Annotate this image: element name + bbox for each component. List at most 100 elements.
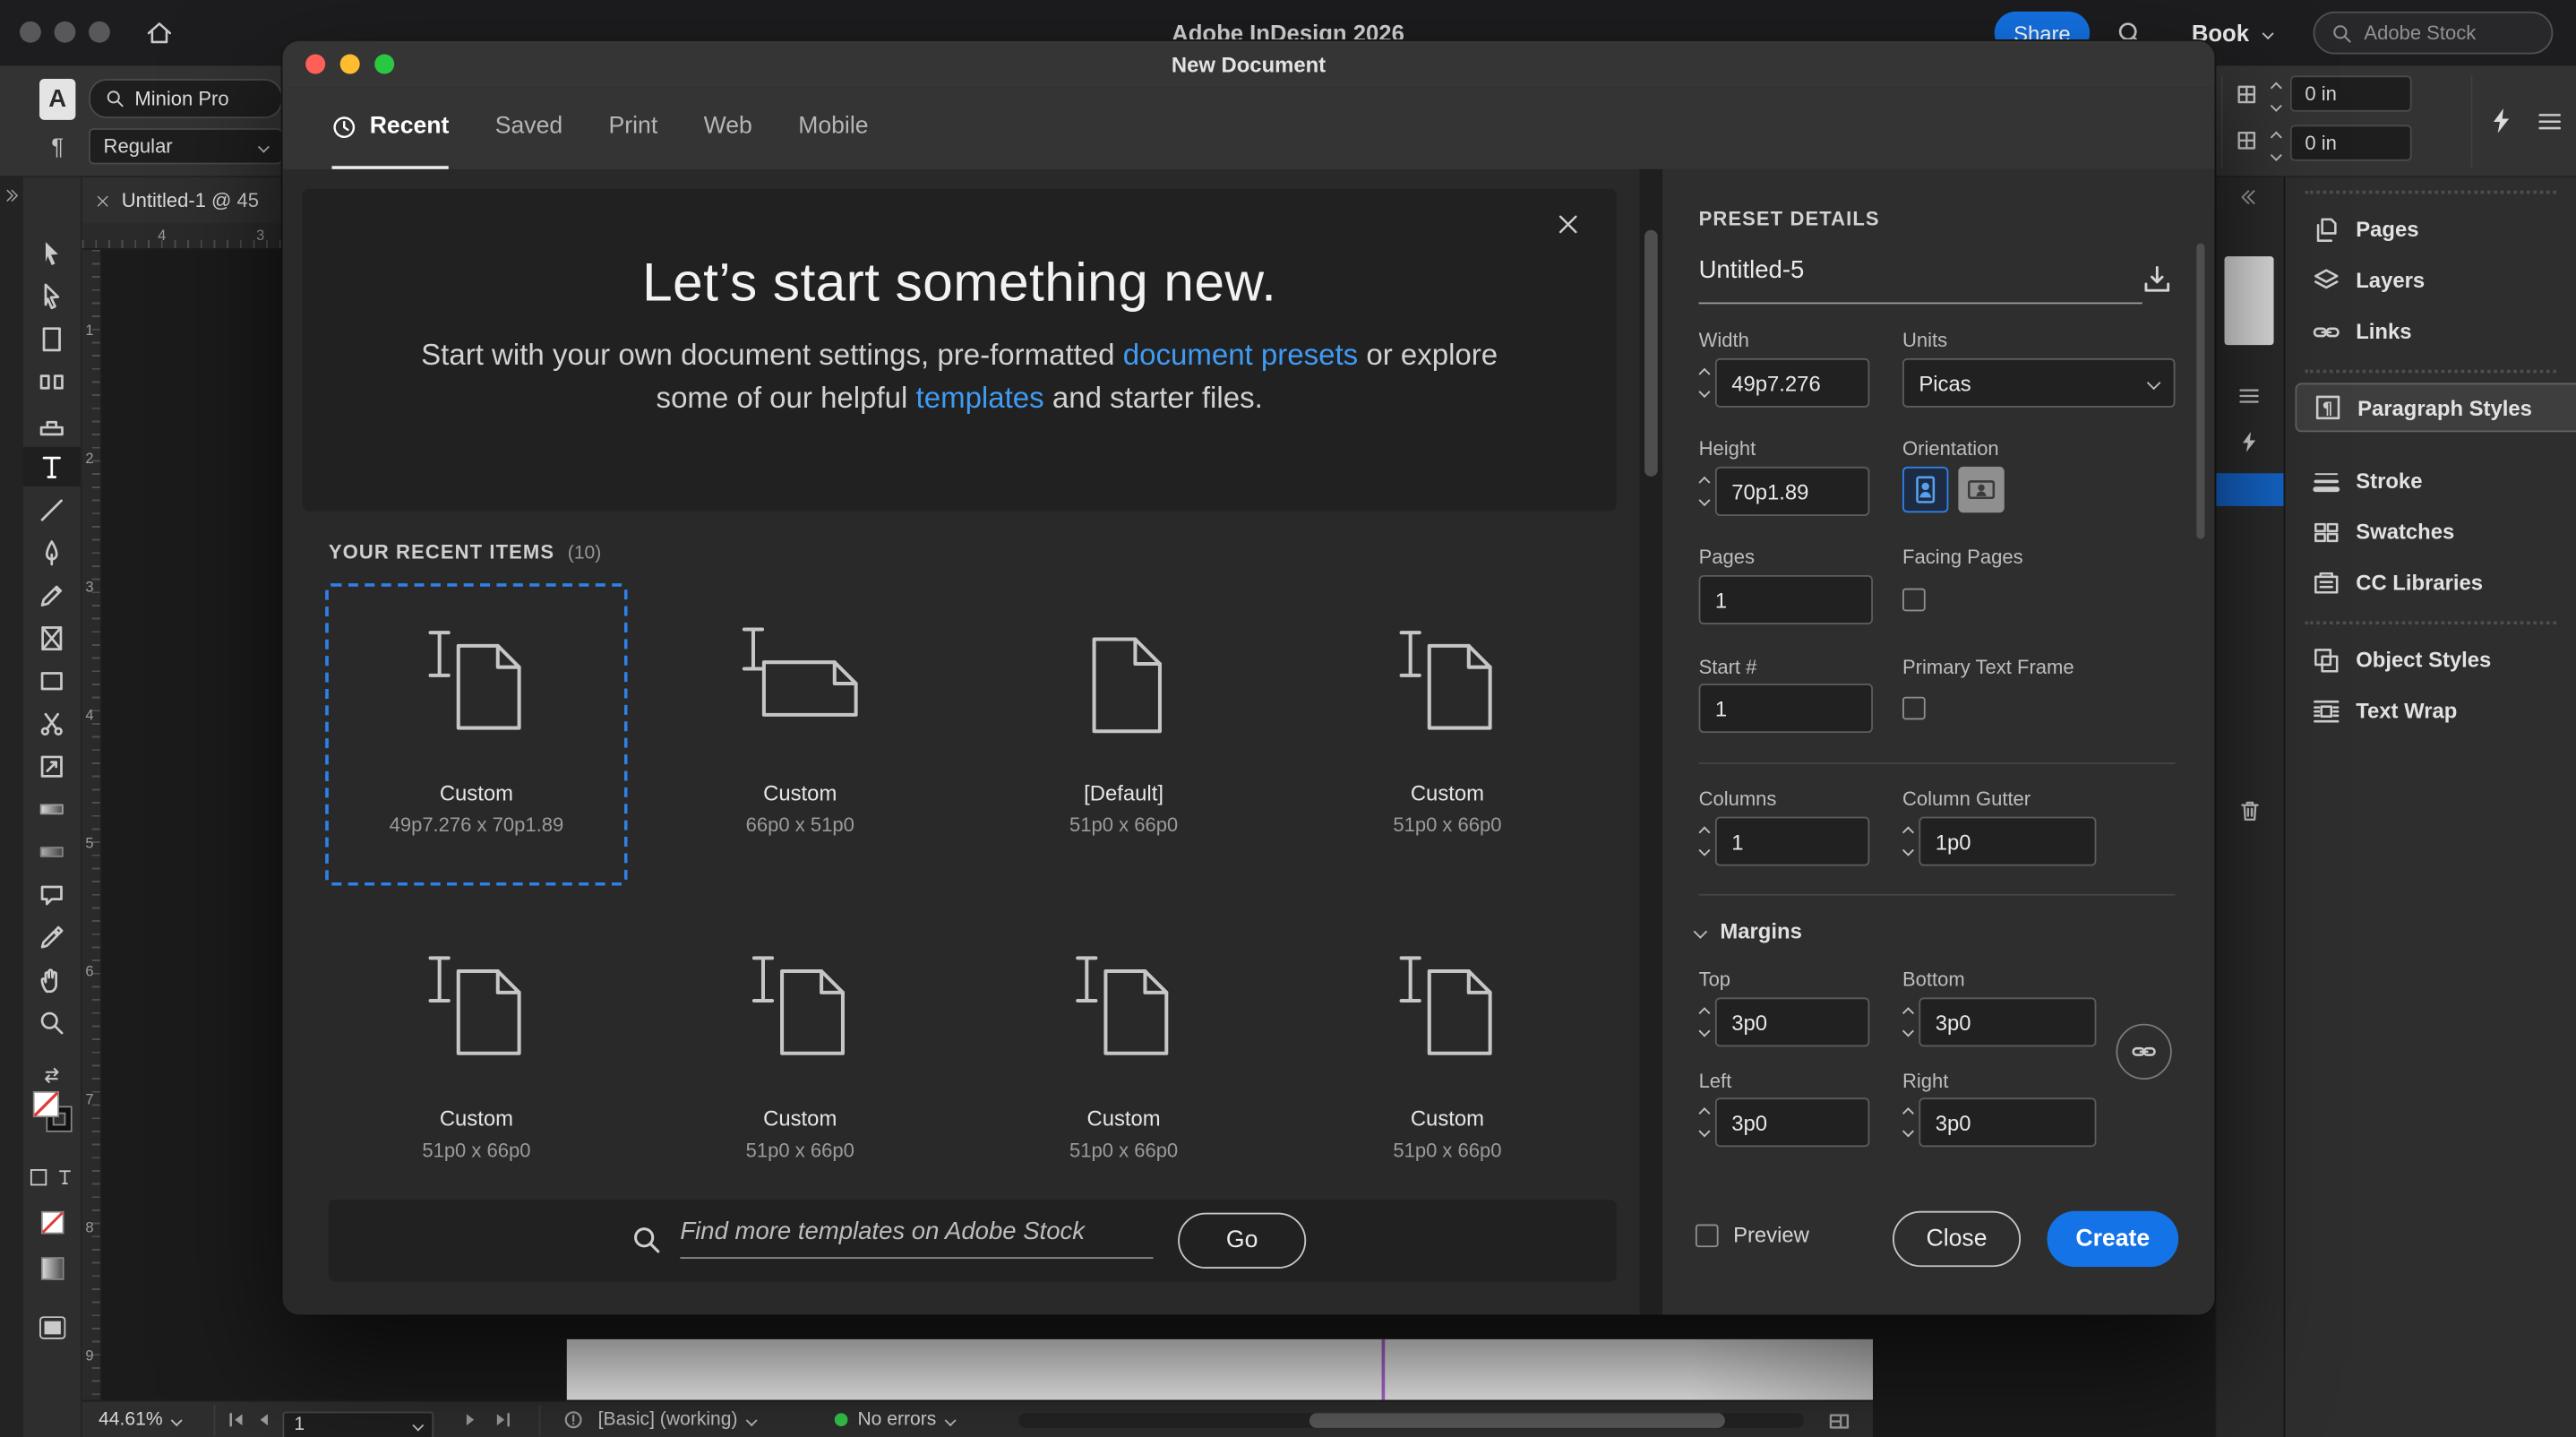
recent-item-card[interactable]: Custom 66p0 x 51p0 [649,583,951,885]
scissors-tool[interactable] [23,703,81,743]
panel-tab-object-styles[interactable]: Object Styles [2285,634,2576,685]
recent-item-card[interactable]: Custom 51p0 x 66p0 [325,908,627,1210]
go-button[interactable]: Go [1178,1213,1306,1269]
apply-none-button[interactable] [23,1203,81,1243]
recent-item-card[interactable]: Custom 49p7.276 x 70p1.89 [325,583,627,885]
gap-tool[interactable] [23,362,81,401]
tab-saved[interactable]: Saved [495,87,562,169]
dock-drag-handle[interactable] [2305,191,2556,194]
panel-tab-cc-libraries[interactable]: CC Libraries [2285,557,2576,608]
page-number-dropdown[interactable]: 1 [282,1407,434,1437]
collapse-dock-icon[interactable] [2239,187,2259,207]
link-margins-button[interactable] [2116,1024,2171,1080]
width-stepper[interactable] [1692,358,1715,408]
dialog-close-traffic-button[interactable] [305,55,325,74]
preset-name-input[interactable]: Untitled-5 [1699,256,1805,284]
reference-point-icon[interactable] [2235,82,2260,108]
selection-tool[interactable] [23,233,81,272]
window-minimize-button[interactable] [55,22,76,43]
recent-item-card[interactable]: Custom 51p0 x 66p0 [649,908,951,1210]
create-button[interactable]: Create [2047,1211,2178,1267]
zoom-tool[interactable] [23,1002,81,1042]
offset-y-stepper[interactable] [2264,122,2288,171]
offset-y-input[interactable]: 0 in [2290,125,2412,160]
character-formatting-toggle[interactable]: A [39,79,75,120]
lightning-icon[interactable] [2237,431,2261,454]
rectangle-frame-tool[interactable] [23,618,81,658]
close-icon[interactable] [1556,212,1581,237]
direct-selection-tool[interactable] [23,276,81,315]
margin-right-input[interactable]: 3p0 [1919,1097,2096,1147]
scrollbar-thumb[interactable] [2196,243,2204,538]
offset-x-input[interactable]: 0 in [2290,75,2412,111]
selected-panel-row[interactable] [2216,473,2285,506]
columns-input[interactable]: 1 [1715,817,1869,866]
type-tool[interactable] [23,447,81,486]
pages-input[interactable]: 1 [1699,575,1873,624]
screen-mode-button[interactable] [23,1308,81,1347]
pencil-tool[interactable] [23,575,81,615]
gradient-feather-tool[interactable] [23,831,81,871]
recent-item-card[interactable]: Custom 51p0 x 66p0 [1296,908,1598,1210]
close-button[interactable]: Close [1893,1211,2021,1267]
margin-top-stepper[interactable] [1692,997,1715,1046]
hand-tool[interactable] [23,959,81,999]
tab-mobile[interactable]: Mobile [798,87,868,169]
zoom-level-dropdown[interactable]: 44.61% [99,1402,181,1437]
offset-x-stepper[interactable] [2264,73,2288,122]
panel-tab-stroke[interactable]: Stroke [2285,455,2576,506]
apply-gradient-button[interactable] [23,1249,81,1288]
margin-bottom-input[interactable]: 3p0 [1919,997,2096,1046]
page-thumbnail[interactable] [2225,256,2274,345]
width-input[interactable]: 49p7.276 [1715,358,1869,408]
units-dropdown[interactable]: Picas [1902,358,2175,408]
scrollbar-thumb[interactable] [1644,230,1658,477]
swap-fill-stroke-button[interactable] [23,1055,81,1095]
paragraph-formatting-toggle[interactable]: ¶ [39,128,75,164]
previous-page-button[interactable] [254,1412,274,1428]
tab-print[interactable]: Print [609,87,658,169]
orientation-landscape-button[interactable] [1958,467,2004,512]
first-page-button[interactable] [227,1412,246,1428]
formatting-affects-buttons[interactable] [23,1157,81,1196]
height-stepper[interactable] [1692,467,1715,516]
dock-drag-handle[interactable] [2305,370,2556,374]
document-page[interactable] [567,1339,1873,1400]
templates-link[interactable]: templates [916,382,1044,415]
facing-pages-checkbox[interactable] [1902,589,1926,612]
dialog-scrollbar-track[interactable] [1640,169,1663,1314]
content-collector-tool[interactable] [23,404,81,443]
column-gutter-stepper[interactable] [1896,817,1919,866]
preview-toggle[interactable]: Preview [1696,1223,1809,1248]
dock-drag-handle[interactable] [2305,621,2556,624]
panel-tab-paragraph-styles[interactable]: Paragraph Styles [2295,383,2576,432]
dialog-zoom-traffic-button[interactable] [374,55,394,74]
preview-checkbox[interactable] [1696,1224,1719,1247]
height-input[interactable]: 70p1.89 [1715,467,1869,516]
margins-section-toggle[interactable]: Margins [1696,918,1802,943]
next-page-button[interactable] [460,1412,480,1428]
last-page-button[interactable] [493,1412,512,1428]
panel-tab-links[interactable]: Links [2285,305,2576,357]
recent-item-card[interactable]: Custom 51p0 x 66p0 [1296,583,1598,885]
trash-icon[interactable] [2237,798,2263,823]
recent-item-card[interactable]: Custom 51p0 x 66p0 [973,908,1275,1210]
expand-dock-icon[interactable] [4,187,20,203]
quick-apply-lightning-icon[interactable] [2487,107,2515,134]
panel-tab-layers[interactable]: Layers [2285,254,2576,305]
free-transform-tool[interactable] [23,746,81,786]
reference-point-icon[interactable] [2235,128,2260,153]
document-tab[interactable]: Untitled-1 @ 45 [82,177,286,223]
document-presets-link[interactable]: document presets [1123,339,1358,372]
columns-stepper[interactable] [1692,817,1715,866]
horizontal-scrollbar-track[interactable] [1018,1413,1804,1428]
page-tool[interactable] [23,319,81,358]
start-page-input[interactable]: 1 [1699,684,1873,733]
margin-top-input[interactable]: 3p0 [1715,997,1869,1046]
panel-tab-pages[interactable]: Pages [2285,203,2576,254]
margin-right-stepper[interactable] [1896,1097,1919,1147]
fill-swatch-none[interactable] [33,1091,59,1117]
horizontal-scrollbar-thumb[interactable] [1309,1413,1725,1428]
margin-bottom-stepper[interactable] [1896,997,1919,1046]
fill-stroke-swatches[interactable] [33,1091,73,1134]
